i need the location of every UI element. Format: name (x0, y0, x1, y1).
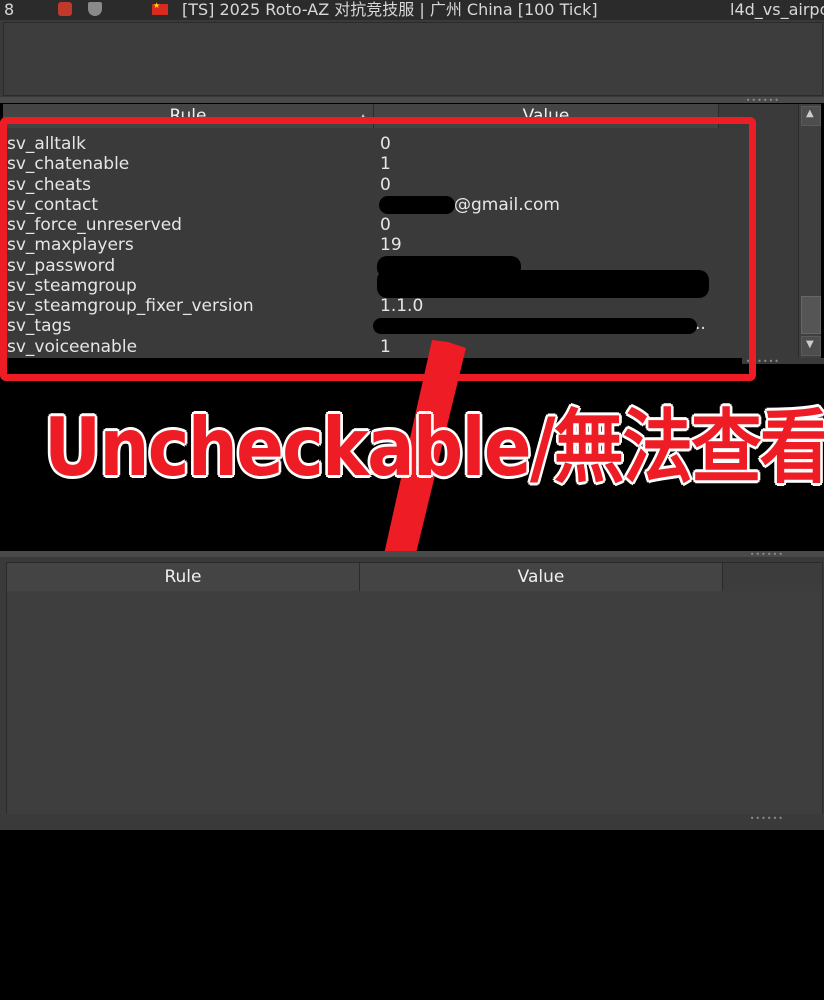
splitter-handle[interactable]: •••••• (0, 97, 824, 105)
server-name: [TS] 2025 Roto-AZ 对抗竞技服 | 广州 China [100 … (182, 0, 598, 19)
rules-empty-body (7, 591, 822, 814)
rules-scrollbar[interactable]: ▲ ▼ (798, 104, 821, 358)
china-flag-icon (152, 1, 168, 15)
arrow-up-icon: ▲ (806, 108, 814, 119)
column-header-rule[interactable]: Rule (7, 563, 360, 591)
rules-table-bottom: Rule Value (6, 562, 823, 815)
scroll-down-button[interactable]: ▼ (801, 336, 821, 356)
l4d-game-icon (58, 2, 72, 16)
scroll-thumb[interactable] (801, 296, 821, 334)
scroll-up-button[interactable]: ▲ (801, 106, 821, 126)
splitter-handle[interactable]: •••••• (6, 814, 824, 830)
server-info-panel (3, 22, 823, 96)
arrow-down-icon: ▼ (806, 339, 814, 350)
server-map: l4d_vs_airpo (730, 0, 824, 19)
column-header-value-label: Value (517, 567, 565, 587)
column-header-value[interactable]: Value (360, 563, 723, 591)
vac-shield-icon (88, 2, 102, 16)
column-header-rule-label: Rule (164, 567, 202, 587)
server-index: 8 (4, 0, 15, 19)
annotation-label: Uncheckable/無法查看 (44, 401, 824, 494)
server-row[interactable]: 8 [TS] 2025 Roto-AZ 对抗竞技服 | 广州 China [10… (0, 0, 824, 20)
